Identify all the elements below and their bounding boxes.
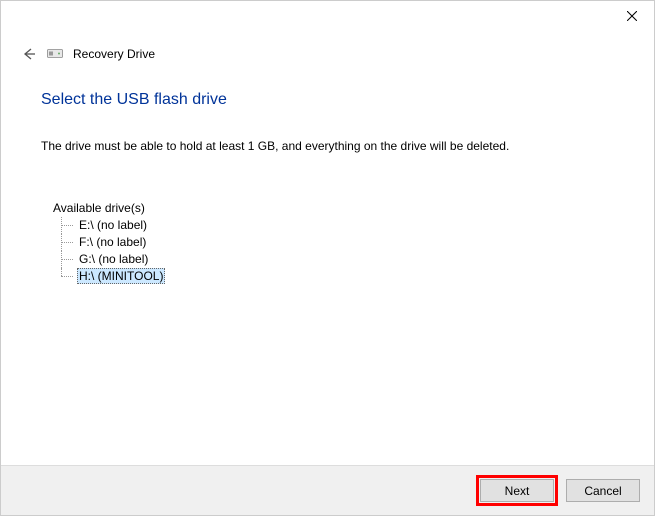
titlebar [1, 1, 654, 31]
back-arrow-icon [20, 46, 36, 62]
drives-tree: E:\ (no label) F:\ (no label) G:\ (no la… [53, 217, 614, 285]
content-area: Select the USB flash drive The drive mus… [1, 63, 654, 285]
page-heading: Select the USB flash drive [41, 91, 614, 109]
wizard-title: Recovery Drive [73, 47, 155, 61]
drive-item[interactable]: E:\ (no label) [61, 217, 614, 234]
close-icon [627, 11, 637, 21]
cancel-button[interactable]: Cancel [566, 479, 640, 502]
back-button[interactable] [19, 45, 37, 63]
next-button-highlight: Next [476, 475, 558, 506]
available-drives-label: Available drive(s) [53, 201, 614, 215]
drive-item[interactable]: F:\ (no label) [61, 234, 614, 251]
next-button[interactable]: Next [480, 479, 554, 502]
drive-item[interactable]: G:\ (no label) [61, 251, 614, 268]
close-button[interactable] [609, 1, 654, 31]
wizard-footer: Next Cancel [1, 465, 654, 515]
drive-item-selected[interactable]: H:\ (MINITOOL) [61, 268, 614, 285]
recovery-drive-icon [47, 48, 63, 60]
instruction-text: The drive must be able to hold at least … [41, 139, 614, 153]
drives-section: Available drive(s) E:\ (no label) F:\ (n… [41, 201, 614, 285]
wizard-header: Recovery Drive [1, 31, 654, 63]
